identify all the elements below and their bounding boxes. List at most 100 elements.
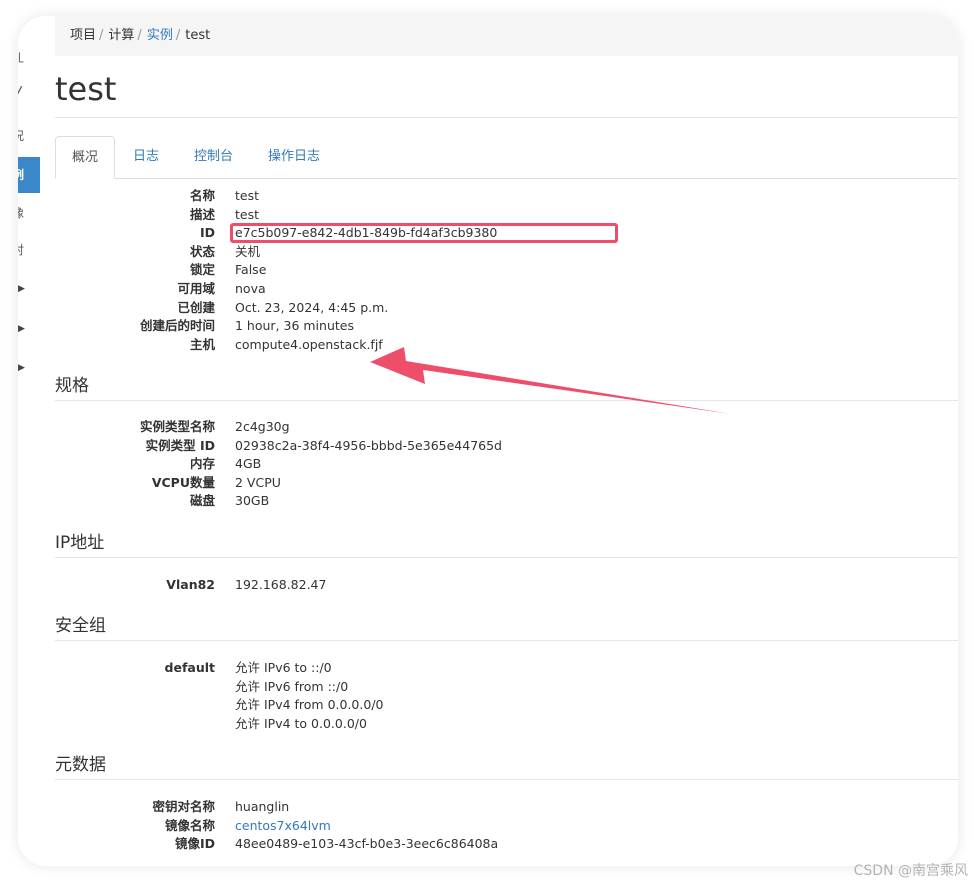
ip-list: Vlan82 192.168.82.47 xyxy=(55,576,755,595)
breadcrumb-separator: / xyxy=(99,28,104,43)
sidebar-item-instances[interactable]: 例 xyxy=(18,157,40,193)
detail-row-locked: 锁定 False xyxy=(55,261,755,280)
section-title-metadata: 元数据 xyxy=(55,755,106,775)
detail-label: 密钥对名称 xyxy=(152,799,215,814)
divider xyxy=(55,557,958,558)
detail-row-flavor-name: 实例类型名称 2c4g30g xyxy=(55,418,755,437)
detail-value: 关机 xyxy=(235,243,261,259)
detail-label: 状态 xyxy=(189,243,215,259)
detail-value: 2c4g30g xyxy=(235,419,290,434)
detail-label: 内存 xyxy=(189,456,215,472)
main-content: 项目 / 计算 / 实例 / test test 概况 日志 控制台 操作日志 名称 test… xyxy=(55,16,958,866)
detail-value: False xyxy=(235,262,267,278)
security-rule: 允许 IPv4 from 0.0.0.0/0 xyxy=(235,697,384,713)
detail-value: 192.168.82.47 xyxy=(235,577,327,592)
flavor-list: 实例类型名称 2c4g30g 实例类型 ID 02938c2a-38f4-4956-… xyxy=(55,418,755,511)
detail-row-description: 描述 test xyxy=(55,206,755,225)
detail-label: ID xyxy=(199,225,215,241)
detail-row-image-id: 镜像ID 48ee0489-e103-43cf-b0e3-3eec6c86408a xyxy=(55,835,755,854)
metadata-list: 密钥对名称 huanglin 镜像名称 centos7x64lvm 镜像ID 48ee… xyxy=(55,798,755,854)
detail-label: VCPU数量 xyxy=(151,474,215,490)
detail-value: compute4.openstack.fjf xyxy=(235,336,383,352)
detail-label: default xyxy=(164,660,215,675)
breadcrumb-item-compute: 计算 xyxy=(108,28,135,43)
sidebar-item[interactable]: ╱ xyxy=(18,78,40,114)
detail-row-image-name: 镜像名称 centos7x64lvm xyxy=(55,817,755,836)
security-group-rules: 允许 IPv6 to ::/0 允许 IPv6 from ::/0 允许 IPv… xyxy=(235,659,383,733)
detail-row-ram: 内存 4GB xyxy=(55,455,755,474)
id-highlight-box xyxy=(230,223,618,243)
detail-label: 镜像ID xyxy=(174,836,215,852)
detail-value: 02938c2a-38f4-4956-bbbd-5e365e44765d xyxy=(235,437,502,453)
divider xyxy=(55,640,958,641)
detail-row-host: 主机 compute4.openstack.fjf xyxy=(55,336,755,355)
tab-bar: 概况 日志 控制台 操作日志 xyxy=(55,136,958,179)
chevron-right-icon[interactable]: ▶ xyxy=(18,284,40,294)
detail-row-security-group: default xyxy=(55,659,755,678)
page-title: test xyxy=(55,70,117,108)
sidebar-item[interactable]: 况 xyxy=(18,118,40,154)
breadcrumb-link-instances[interactable]: 实例 xyxy=(147,28,173,43)
detail-value: test xyxy=(235,188,260,203)
breadcrumb-separator: / xyxy=(175,28,181,43)
sidebar-item[interactable]: 对 xyxy=(18,232,40,268)
overview-list: 名称 test 描述 test ID e7c5b097-e842-4db1-849b-… xyxy=(55,187,755,354)
breadcrumb: 项目 / 计算 / 实例 / test xyxy=(55,16,958,56)
detail-label: 已创建 xyxy=(177,299,215,315)
detail-label: 锁定 xyxy=(189,262,215,278)
screenshot-card: ㄦ ╱ 况 例 像 对 ▶ ▶ ▶ 项目/计算/实例/test test 概况 … xyxy=(18,16,958,866)
divider xyxy=(55,117,958,118)
sidebar-item[interactable]: 像 xyxy=(18,195,40,231)
detail-label: 镜像名称 xyxy=(164,817,215,833)
detail-value: test xyxy=(235,206,260,222)
section-title-flavor: 规格 xyxy=(55,376,89,396)
security-group-list: default xyxy=(55,659,755,678)
detail-label: 创建后的时间 xyxy=(139,318,215,334)
detail-label: Vlan82 xyxy=(166,577,215,592)
detail-row-disk: 磁盘 30GB xyxy=(55,492,755,511)
detail-value: 30GB xyxy=(235,493,270,509)
detail-label: 可用域 xyxy=(177,280,215,296)
detail-value: 48ee0489-e103-43cf-b0e3-3eec6c86408a xyxy=(235,836,499,852)
detail-row-created: 已创建 Oct. 23, 2024, 4:45 p.m. xyxy=(55,299,755,318)
detail-row-age: 创建后的时间 1 hour, 36 minutes xyxy=(55,317,755,336)
detail-row-network: Vlan82 192.168.82.47 xyxy=(55,576,755,595)
detail-value: Oct. 23, 2024, 4:45 p.m. xyxy=(235,299,389,315)
breadcrumb-item-project: 项目 xyxy=(70,28,97,43)
divider xyxy=(55,779,958,780)
tab-console[interactable]: 控制台 xyxy=(178,136,249,177)
detail-value: nova xyxy=(235,280,266,296)
breadcrumb-separator: / xyxy=(137,28,142,43)
tab-log[interactable]: 日志 xyxy=(117,136,175,177)
breadcrumb-item-current: test xyxy=(185,28,211,43)
sidebar-item[interactable]: ㄦ xyxy=(18,40,40,76)
tab-overview[interactable]: 概况 xyxy=(55,136,116,179)
detail-label: 实例类型 ID xyxy=(145,437,215,453)
detail-row-availability-zone: 可用域 nova xyxy=(55,280,755,299)
section-title-security-groups: 安全组 xyxy=(55,616,106,636)
detail-value: huanglin xyxy=(235,799,290,814)
detail-row-name: 名称 test xyxy=(55,187,755,206)
detail-label: 磁盘 xyxy=(189,493,215,509)
detail-value: 1 hour, 36 minutes xyxy=(235,318,354,334)
tab-action-log[interactable]: 操作日志 xyxy=(252,136,336,177)
detail-label: 描述 xyxy=(189,206,215,222)
detail-row-vcpus: VCPU数量 2 VCPU xyxy=(55,474,755,493)
security-rule: 允许 IPv6 from ::/0 xyxy=(235,678,349,694)
detail-row-status: 状态 关机 xyxy=(55,243,755,262)
detail-value: 2 VCPU xyxy=(235,474,281,490)
sidebar: ㄦ ╱ 况 例 像 对 ▶ ▶ ▶ xyxy=(18,16,40,866)
section-title-ip: IP地址 xyxy=(55,533,105,553)
security-rule: 允许 IPv6 to ::/0 xyxy=(235,660,332,675)
detail-row-flavor-id: 实例类型 ID 02938c2a-38f4-4956-bbbd-5e365e447… xyxy=(55,437,755,456)
detail-label: 主机 xyxy=(189,336,215,352)
image-name-link[interactable]: centos7x64lvm xyxy=(235,818,331,833)
divider xyxy=(55,400,958,401)
detail-row-keypair: 密钥对名称 huanglin xyxy=(55,798,755,817)
chevron-right-icon[interactable]: ▶ xyxy=(18,363,40,373)
detail-label: 实例类型名称 xyxy=(139,419,215,434)
watermark: CSDN @南宫乘风 xyxy=(853,863,968,879)
detail-label: 名称 xyxy=(189,188,215,203)
chevron-right-icon[interactable]: ▶ xyxy=(18,324,40,334)
security-rule: 允许 IPv4 to 0.0.0.0/0 xyxy=(235,715,367,731)
